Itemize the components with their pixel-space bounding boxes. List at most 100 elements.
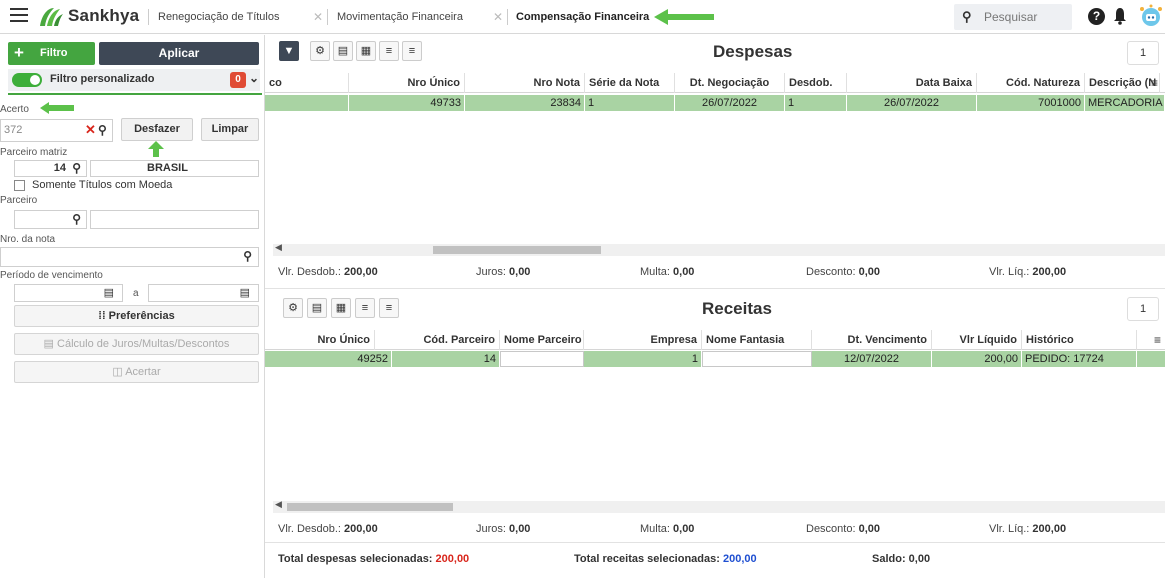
close-tab-icon[interactable]: ✕ — [493, 0, 503, 34]
column-header[interactable]: Nro Único — [265, 330, 375, 350]
preferencias-button[interactable]: ⁞⁞ Preferências — [14, 305, 259, 327]
column-header[interactable]: Nro Nota — [465, 73, 585, 93]
print-icon[interactable]: ▤ — [333, 41, 353, 61]
despesas-grid-header: co Nro Único Nro Nota Série da Nota Dt. … — [265, 73, 1165, 93]
tab-movimentacao[interactable]: Movimentação Financeira — [337, 0, 463, 34]
handshake-icon: ◫ — [112, 366, 123, 378]
calculator-icon: ▤ — [43, 338, 54, 350]
parceiro-code-input[interactable]: ⚲ — [14, 210, 87, 229]
column-header[interactable]: Nome Parceiro — [500, 330, 584, 350]
calendar-icon[interactable]: ▤ — [240, 286, 250, 299]
calculo-juros-button[interactable]: ▤ Cálculo de Juros/Multas/Descontos — [14, 333, 259, 355]
receitas-horizontal-scrollbar[interactable]: ◀ — [273, 499, 1165, 513]
column-header[interactable]: Nro Único — [349, 73, 465, 93]
receitas-multa: Multa: 0,00 — [640, 523, 695, 535]
nro-nota-input[interactable]: ⚲ — [0, 247, 259, 267]
search-icon[interactable]: ⚲ — [72, 161, 81, 175]
nro-nota-label: Nro. da nota — [0, 234, 56, 245]
column-header[interactable]: Vlr Líquido — [932, 330, 1022, 350]
column-header[interactable]: Data Baixa — [847, 73, 977, 93]
print-icon[interactable]: ▤ — [307, 298, 327, 318]
scroll-thumb[interactable] — [287, 503, 453, 511]
parceiro-matriz-name-field: BRASIL — [90, 160, 259, 177]
help-icon[interactable]: ? — [1088, 8, 1105, 25]
parceiro-matriz-code-input[interactable]: 14 ⚲ — [14, 160, 87, 177]
despesas-horizontal-scrollbar[interactable]: ◀ — [273, 242, 1165, 256]
tab-renegociacao[interactable]: Renegociação de Títulos — [158, 0, 280, 34]
search-icon[interactable]: ⚲ — [98, 123, 107, 137]
aplicar-button[interactable]: Aplicar — [99, 42, 259, 65]
list-icon[interactable]: ≡ — [355, 298, 375, 318]
calendar-icon[interactable]: ▤ — [104, 286, 114, 299]
sliders-icon: ⁞⁞ — [98, 310, 106, 322]
gear-icon[interactable]: ⚙ — [310, 41, 330, 61]
parceiro-label: Parceiro — [0, 195, 38, 206]
acerto-label: Acerto — [0, 104, 29, 115]
close-tab-icon[interactable]: ✕ — [313, 0, 323, 34]
despesas-multa: Multa: 0,00 — [640, 266, 695, 278]
periodo-start-input[interactable]: ▤ — [14, 284, 123, 302]
column-header[interactable]: Nome Fantasia — [702, 330, 812, 350]
plus-icon: + — [14, 43, 24, 62]
search-placeholder: Pesquisar — [984, 10, 1038, 24]
column-menu-icon[interactable]: ≡ — [1151, 76, 1158, 90]
filtro-personalizado-toggle[interactable] — [12, 73, 42, 87]
filtro-personalizado-label: Filtro personalizado — [50, 73, 155, 85]
chevron-down-icon[interactable]: ⌄ — [249, 71, 259, 85]
column-header[interactable]: Dt. Negociação — [675, 73, 785, 93]
bell-icon[interactable] — [1114, 7, 1126, 25]
search-icon[interactable]: ⚲ — [72, 212, 81, 226]
saldo: Saldo: 0,00 — [872, 553, 931, 565]
desfazer-button[interactable]: Desfazer — [121, 118, 193, 141]
despesas-page-number[interactable]: 1 — [1127, 41, 1159, 65]
acerto-input[interactable]: 372 ✕ ⚲ — [0, 119, 113, 142]
column-header[interactable]: Dt. Vencimento — [812, 330, 932, 350]
tab-compensacao[interactable]: Compensação Financeira — [516, 0, 649, 34]
scroll-left-icon[interactable]: ◀ — [275, 499, 282, 510]
filter-icon[interactable]: ▼ — [279, 41, 299, 61]
column-header[interactable]: co — [265, 73, 349, 93]
column-header[interactable]: Série da Nota — [585, 73, 675, 93]
scroll-thumb[interactable] — [433, 246, 601, 254]
gear-icon[interactable]: ⚙ — [283, 298, 303, 318]
column-header[interactable]: Histórico — [1022, 330, 1137, 350]
column-header[interactable]: Empresa — [584, 330, 702, 350]
receitas-juros: Juros: 0,00 — [476, 523, 531, 535]
scroll-left-icon[interactable]: ◀ — [275, 242, 282, 253]
receitas-page-number[interactable]: 1 — [1127, 297, 1159, 321]
periodo-label: Período de vencimento — [0, 270, 103, 281]
total-receitas: Total receitas selecionadas: 200,00 — [574, 553, 757, 565]
column-header[interactable]: Descrição (N — [1085, 73, 1160, 93]
total-despesas: Total despesas selecionadas: 200,00 — [278, 553, 470, 565]
filtro-button[interactable]: + Filtro — [8, 42, 95, 65]
search-icon[interactable]: ⚲ — [243, 249, 252, 263]
table-row[interactable]: 49252 14 1 12/07/2022 200,00 PEDIDO: 177… — [265, 351, 1165, 367]
column-header[interactable]: Cód. Natureza — [977, 73, 1085, 93]
periodo-end-input[interactable]: ▤ — [148, 284, 259, 302]
divider — [8, 93, 262, 95]
assistant-icon[interactable] — [1138, 4, 1164, 30]
limpar-button[interactable]: Limpar — [201, 118, 259, 141]
despesas-desconto: Desconto: 0,00 — [806, 266, 881, 278]
column-header[interactable]: Desdob. — [785, 73, 847, 93]
table-row[interactable]: 49733 23834 1 26/07/2022 1 26/07/2022 70… — [265, 95, 1165, 111]
receitas-vlr-liq: Vlr. Líq.: 200,00 — [989, 523, 1067, 535]
clear-icon[interactable]: ✕ — [85, 122, 96, 138]
despesas-title: Despesas — [713, 42, 793, 61]
column-header[interactable]: Cód. Parceiro — [375, 330, 500, 350]
column-menu-icon[interactable]: ≡ — [1154, 333, 1161, 347]
hamburger-menu-icon[interactable] — [10, 8, 28, 24]
acertar-button[interactable]: ◫ Acertar — [14, 361, 259, 383]
list-icon[interactable]: ≡ — [379, 41, 399, 61]
receitas-grid-header: Nro Único Cód. Parceiro Nome Parceiro Em… — [265, 330, 1165, 350]
detail-list-icon[interactable]: ≡ — [402, 41, 422, 61]
detail-list-icon[interactable]: ≡ — [379, 298, 399, 318]
filter-panel: + Filtro Aplicar Filtro personalizado 0 … — [0, 35, 265, 578]
grid-settings-icon[interactable]: ▦ — [331, 298, 351, 318]
grid-settings-icon[interactable]: ▦ — [356, 41, 376, 61]
somente-moeda-label: Somente Títulos com Moeda — [32, 179, 173, 191]
search-box[interactable]: ⚲ Pesquisar — [954, 4, 1072, 30]
somente-moeda-checkbox[interactable] — [14, 180, 25, 191]
filtro-personalizado-row: Filtro personalizado 0 ⌄ — [8, 69, 260, 91]
parceiro-name-field — [90, 210, 259, 229]
